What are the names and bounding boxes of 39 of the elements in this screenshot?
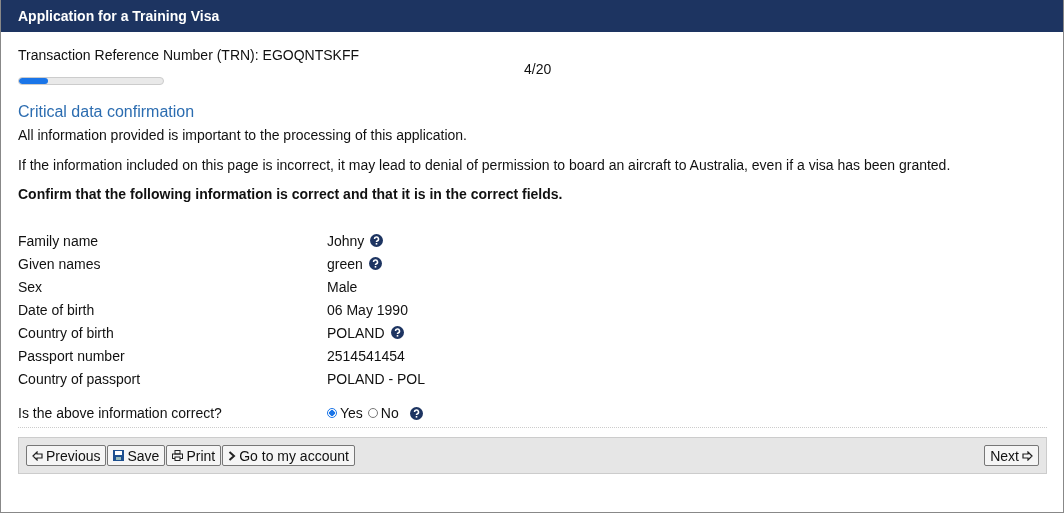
left-arrow-icon [32, 450, 43, 461]
field-value: green [327, 256, 363, 272]
previous-button[interactable]: Previous [26, 445, 107, 466]
field-label: Country of passport [18, 371, 141, 387]
radio-option[interactable]: Yes [327, 405, 363, 421]
field-value: 2514541454 [327, 348, 405, 364]
field-value: Johny [327, 233, 365, 249]
field-value: 06 May 1990 [327, 302, 408, 318]
save-button[interactable]: Save [107, 445, 166, 466]
section-heading: Critical data confirmation [18, 103, 196, 121]
field-label: Family name [18, 233, 99, 249]
question-label: Is the above information correct? [18, 405, 223, 421]
field-value: POLAND [327, 325, 385, 341]
instruction-text: Confirm that the following information is correct and that it is in the correct fields. [18, 186, 564, 202]
field-label: Country of birth [18, 325, 114, 341]
help-icon[interactable] [370, 234, 384, 247]
radio-button[interactable] [367, 408, 378, 418]
right-arrow-icon [1022, 450, 1033, 461]
chevron-right-icon [228, 450, 237, 461]
help-icon[interactable] [368, 257, 382, 270]
field-value: Male [327, 279, 358, 295]
field-label: Sex [18, 279, 43, 295]
window-title: Application for a Training Visa [18, 8, 220, 24]
radio-option[interactable]: No [367, 405, 399, 421]
info-paragraph: If the information included on this page is incorrect, it may lead to denial of permission to board an aircraft to Australia, even if a visa has been granted. [18, 157, 952, 173]
field-label: Passport number [18, 348, 125, 364]
radio-button[interactable] [327, 408, 337, 418]
next-button[interactable]: Next [984, 445, 1039, 466]
field-label: Date of birth [18, 302, 95, 318]
help-icon[interactable] [390, 326, 404, 339]
field-label: Given names [18, 256, 101, 272]
field-value: POLAND - POL [327, 371, 426, 387]
print-button[interactable]: Print [166, 445, 222, 466]
step-counter: 4/20 [524, 61, 552, 77]
reference-number: Transaction Reference Number (TRN): EGOQNTSKFF [18, 47, 359, 63]
help-icon[interactable] [409, 406, 423, 420]
printer-icon [172, 450, 184, 461]
info-paragraph: All information provided is important to the processing of this application. [18, 127, 468, 143]
account-button[interactable]: Go to my account [222, 445, 355, 466]
